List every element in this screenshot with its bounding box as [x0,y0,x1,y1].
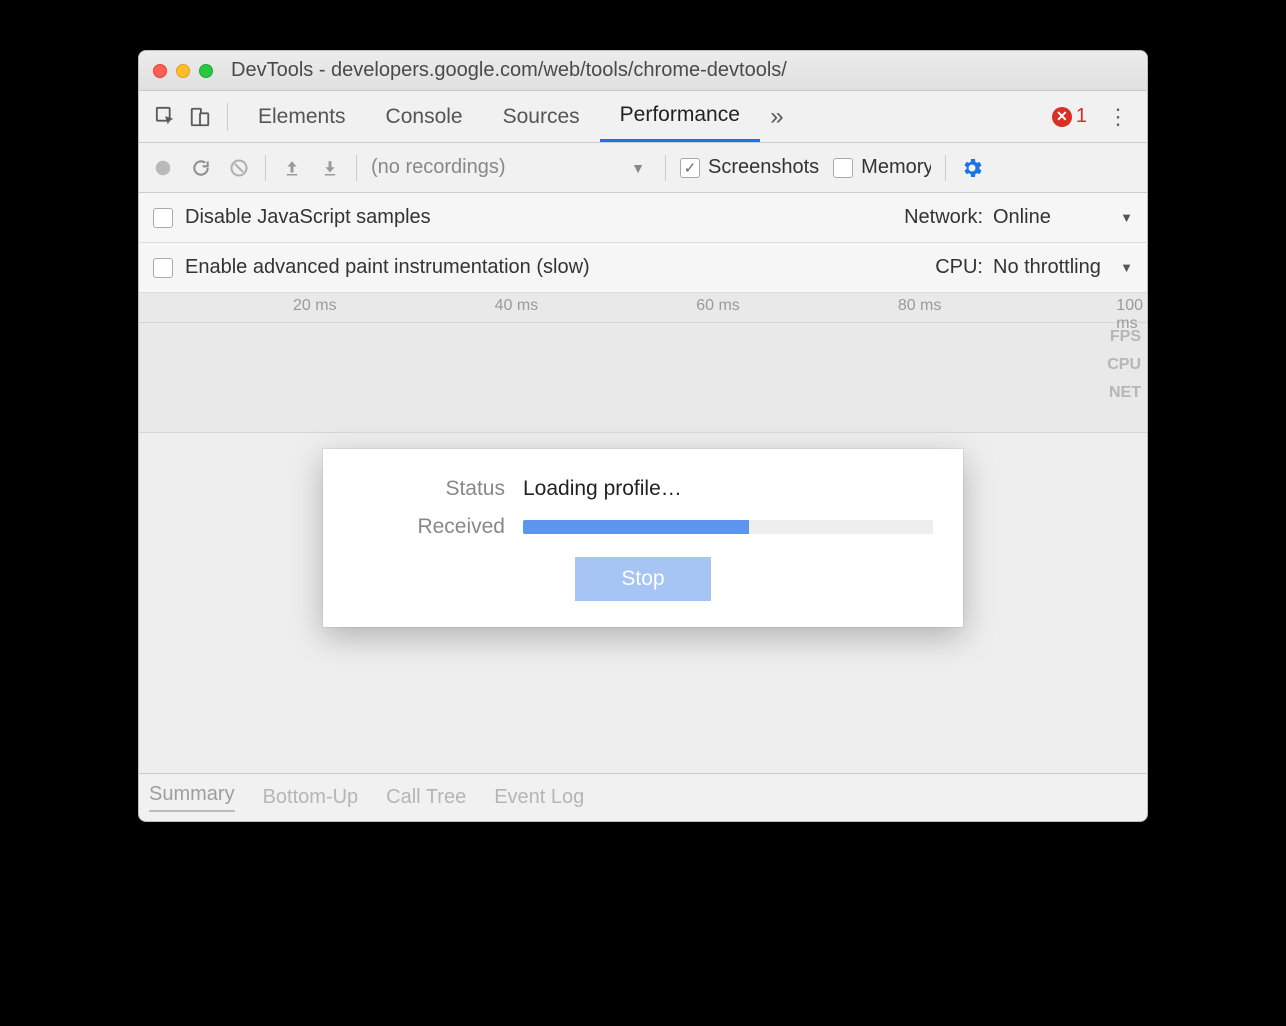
ruler-tick: 60 ms [696,297,744,315]
stop-button[interactable]: Stop [575,557,710,601]
paint-instr-label: Enable advanced paint instrumentation (s… [185,256,590,279]
memory-label: Memory [861,156,931,179]
window-zoom-button[interactable] [199,64,213,78]
reload-icon[interactable] [189,156,213,180]
lane-fps: FPS [1107,323,1141,351]
loading-dialog: Status Loading profile… Received Stop [323,449,963,627]
status-value: Loading profile… [523,477,682,501]
chevron-down-icon: ▼ [631,160,645,176]
memory-checkbox[interactable] [833,158,853,178]
tab-elements[interactable]: Elements [238,91,366,142]
lane-net: NET [1107,379,1141,407]
tabs-overflow-icon[interactable]: » [760,100,794,134]
disable-js-label: Disable JavaScript samples [185,206,431,229]
settings-gear-icon[interactable] [960,156,984,180]
screenshots-checkbox[interactable] [680,158,700,178]
recordings-label: (no recordings) [371,156,506,179]
chevron-down-icon: ▼ [1120,210,1133,225]
device-toolbar-icon[interactable] [183,100,217,134]
performance-toolbar: (no recordings) ▼ Screenshots Memory [139,143,1147,193]
window-title: DevTools - developers.google.com/web/too… [231,59,787,82]
progress-bar-fill [523,520,749,534]
screenshots-option[interactable]: Screenshots [680,156,819,179]
bottom-tab-event-log[interactable]: Event Log [494,786,584,809]
recordings-dropdown[interactable]: (no recordings) ▼ [371,156,651,179]
options-row-1: Disable JavaScript samples Network: Onli… [139,193,1147,243]
network-throttle-select[interactable]: Online ▼ [993,206,1133,229]
bottom-tab-summary[interactable]: Summary [149,783,235,812]
ruler-tick: 20 ms [293,297,341,315]
traffic-lights [153,64,213,78]
main-area: Status Loading profile… Received Stop [139,433,1147,773]
tab-console[interactable]: Console [366,91,483,142]
lane-cpu: CPU [1107,351,1141,379]
error-icon: ✕ [1052,107,1072,127]
network-label: Network: [904,206,983,229]
cpu-label: CPU: [935,256,983,279]
paint-instr-checkbox[interactable] [153,258,173,278]
error-indicator[interactable]: ✕ 1 [1052,105,1087,128]
tab-sources[interactable]: Sources [483,91,600,142]
inspect-element-icon[interactable] [149,100,183,134]
network-value: Online [993,206,1051,229]
status-label: Status [353,477,523,501]
timeline-lane-labels: FPS CPU NET [1107,323,1141,407]
bottom-tab-bottom-up[interactable]: Bottom-Up [263,786,359,809]
error-count: 1 [1076,105,1087,128]
cpu-value: No throttling [993,256,1101,279]
devtools-window: DevTools - developers.google.com/web/too… [138,50,1148,822]
received-label: Received [353,515,523,539]
more-options-icon[interactable]: ⋮ [1099,104,1137,130]
timeline-ruler: 20 ms 40 ms 60 ms 80 ms 100 ms [139,293,1147,323]
screenshots-label: Screenshots [708,156,819,179]
devtools-tabbar: Elements Console Sources Performance » ✕… [139,91,1147,143]
options-row-2: Enable advanced paint instrumentation (s… [139,243,1147,293]
chevron-down-icon: ▼ [1120,260,1133,275]
received-progress [523,520,933,534]
timeline: 20 ms 40 ms 60 ms 80 ms 100 ms FPS CPU N… [139,293,1147,433]
ruler-tick: 40 ms [495,297,543,315]
bottom-tabs: Summary Bottom-Up Call Tree Event Log [139,773,1147,821]
titlebar: DevTools - developers.google.com/web/too… [139,51,1147,91]
memory-option[interactable]: Memory [833,156,931,179]
record-icon[interactable] [151,156,175,180]
save-profile-icon[interactable] [318,156,342,180]
bottom-tab-call-tree[interactable]: Call Tree [386,786,466,809]
main-tabs: Elements Console Sources Performance [238,91,760,142]
disable-js-checkbox[interactable] [153,208,173,228]
window-close-button[interactable] [153,64,167,78]
ruler-tick: 80 ms [898,297,946,315]
tab-performance[interactable]: Performance [600,91,760,142]
cpu-throttle-select[interactable]: No throttling ▼ [993,256,1133,279]
load-profile-icon[interactable] [280,156,304,180]
clear-icon[interactable] [227,156,251,180]
window-minimize-button[interactable] [176,64,190,78]
timeline-body[interactable] [139,323,1147,433]
